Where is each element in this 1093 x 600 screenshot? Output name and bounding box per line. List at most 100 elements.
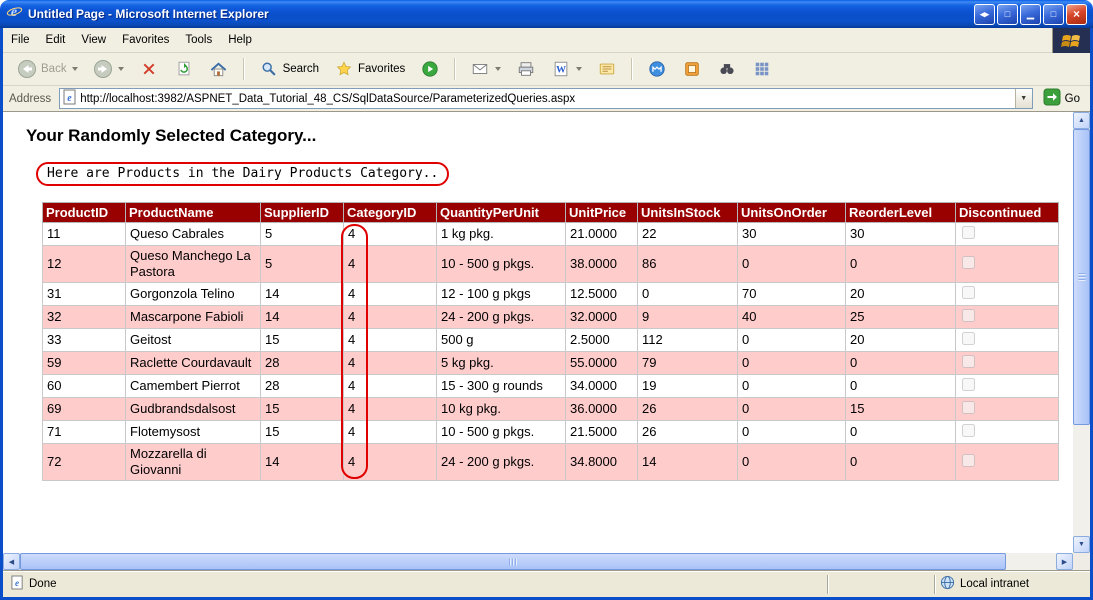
table-cell: 19 (638, 375, 738, 398)
address-field: e ▼ (59, 88, 1032, 109)
horizontal-scroll-thumb[interactable] (20, 553, 1006, 570)
messenger-button[interactable] (641, 55, 673, 83)
vertical-scroll-thumb[interactable] (1073, 129, 1090, 425)
go-button[interactable]: Go (1039, 87, 1084, 110)
discontinued-checkbox[interactable] (962, 424, 975, 437)
favorites-label: Favorites (358, 63, 405, 75)
discontinued-checkbox[interactable] (962, 332, 975, 345)
minimize-button[interactable]: ▁ (1020, 4, 1041, 25)
table-row: 11Queso Cabrales541 kg pkg.21.0000223030 (43, 223, 1059, 246)
address-dropdown-button[interactable]: ▼ (1015, 89, 1032, 108)
table-cell: 4 (344, 398, 437, 421)
search-icon (259, 59, 279, 79)
table-cell: 0 (738, 246, 846, 283)
table-cell: Raclette Courdavault (126, 352, 261, 375)
home-button[interactable] (203, 55, 235, 83)
go-arrow-icon (1043, 88, 1061, 109)
stop-button[interactable] (133, 55, 165, 83)
refresh-icon (174, 59, 194, 79)
menu-view[interactable]: View (73, 30, 114, 50)
grid-icon (752, 59, 772, 79)
column-header-quantityperunit: QuantityPerUnit (437, 203, 566, 223)
table-cell: Mascarpone Fabioli (126, 306, 261, 329)
address-input[interactable] (77, 93, 1014, 105)
back-button[interactable]: Back (11, 55, 84, 83)
table-cell: 40 (738, 306, 846, 329)
discontinued-checkbox[interactable] (962, 454, 975, 467)
back-dropdown-icon (72, 67, 78, 71)
menu-file[interactable]: File (3, 30, 38, 50)
vertical-scrollbar[interactable]: ▲ ▼ (1073, 112, 1090, 553)
forward-button[interactable] (87, 55, 130, 83)
page-title: Your Randomly Selected Category... (26, 126, 1073, 146)
maximize-button[interactable]: □ (1043, 4, 1064, 25)
discontinued-checkbox[interactable] (962, 401, 975, 414)
table-cell: 32 (43, 306, 126, 329)
table-cell: 31 (43, 283, 126, 306)
refresh-button[interactable] (168, 55, 200, 83)
table-cell: 59 (43, 352, 126, 375)
table-cell: 30 (846, 223, 956, 246)
table-cell: 0 (738, 352, 846, 375)
search-button[interactable]: Search (253, 55, 325, 83)
table-cell: 12 (43, 246, 126, 283)
binoculars-icon (717, 59, 737, 79)
table-cell: 71 (43, 421, 126, 444)
scroll-down-button[interactable]: ▼ (1073, 536, 1090, 553)
edit-with-word-button[interactable]: W (545, 55, 588, 83)
scroll-right-button[interactable]: ▶ (1056, 553, 1073, 570)
table-cell: 500 g (437, 329, 566, 352)
discontinued-checkbox[interactable] (962, 256, 975, 269)
favorites-button[interactable]: Favorites (328, 55, 411, 83)
table-cell: 30 (738, 223, 846, 246)
table-cell: 70 (738, 283, 846, 306)
menu-favorites[interactable]: Favorites (114, 30, 177, 50)
mail-button[interactable] (464, 55, 507, 83)
table-cell: 69 (43, 398, 126, 421)
print-button[interactable] (510, 55, 542, 83)
discontinued-checkbox[interactable] (962, 286, 975, 299)
scroll-up-button[interactable]: ▲ (1073, 112, 1090, 129)
media-button[interactable] (414, 55, 446, 83)
table-cell (956, 352, 1059, 375)
go-label: Go (1065, 93, 1080, 105)
table-cell: 10 - 500 g pkgs. (437, 246, 566, 283)
discontinued-checkbox[interactable] (962, 378, 975, 391)
browser-window: e Untitled Page - Microsoft Internet Exp… (0, 0, 1093, 600)
restore-button[interactable]: □ (997, 4, 1018, 25)
discontinued-checkbox[interactable] (962, 355, 975, 368)
status-page-icon: e (11, 575, 24, 593)
table-cell: 34.0000 (566, 375, 638, 398)
toolbar-separator (454, 58, 456, 80)
stop-icon (139, 59, 159, 79)
table-cell: 0 (846, 352, 956, 375)
table-cell: 86 (638, 246, 738, 283)
grid-view-button[interactable] (746, 55, 778, 83)
nav-buttons-button[interactable]: ◂▸ (974, 4, 995, 25)
discontinued-checkbox[interactable] (962, 226, 975, 239)
toolbar-separator (631, 58, 633, 80)
close-button[interactable]: × (1066, 4, 1087, 25)
menu-bar: File Edit View Favorites Tools Help (3, 28, 1090, 53)
table-cell (956, 329, 1059, 352)
column-header-productid: ProductID (43, 203, 126, 223)
menu-tools[interactable]: Tools (177, 30, 220, 50)
find-button[interactable] (711, 55, 743, 83)
menu-help[interactable]: Help (220, 30, 260, 50)
products-grid-wrapper: ProductIDProductNameSupplierIDCategoryID… (42, 202, 1058, 481)
table-cell: Camembert Pierrot (126, 375, 261, 398)
table-cell (956, 246, 1059, 283)
horizontal-scrollbar[interactable]: ◀ ▶ (3, 553, 1073, 570)
research-button[interactable] (676, 55, 708, 83)
table-cell: 15 (846, 398, 956, 421)
table-cell: 24 - 200 g pkgs. (437, 306, 566, 329)
table-cell: 0 (738, 329, 846, 352)
discuss-button[interactable] (591, 55, 623, 83)
table-cell: 21.0000 (566, 223, 638, 246)
table-cell: 9 (638, 306, 738, 329)
table-cell: 26 (638, 398, 738, 421)
menu-edit[interactable]: Edit (38, 30, 74, 50)
scroll-left-button[interactable]: ◀ (3, 553, 20, 570)
toolbar: Back Searc (3, 53, 1090, 86)
discontinued-checkbox[interactable] (962, 309, 975, 322)
